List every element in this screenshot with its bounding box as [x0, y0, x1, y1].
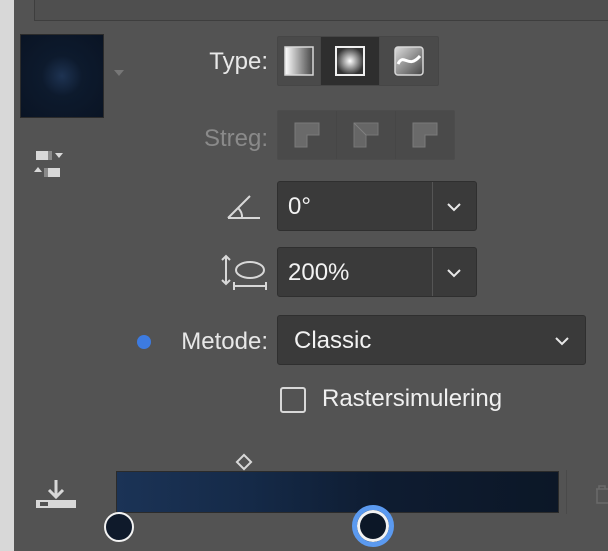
chevron-down-icon[interactable]: [446, 265, 462, 281]
angle-dropdown[interactable]: 0°: [277, 181, 477, 231]
add-to-swatches-icon[interactable]: [34, 478, 78, 510]
angle-icon: [227, 195, 260, 219]
delete-stop-icon[interactable]: [594, 484, 608, 504]
stroke-within-button[interactable]: [278, 111, 337, 159]
raster-label[interactable]: Rastersimulering: [322, 385, 502, 413]
aspect-value[interactable]: 200%: [288, 259, 349, 287]
radial-gradient-button[interactable]: [321, 37, 380, 85]
swatch-menu-arrow-icon[interactable]: [114, 70, 124, 76]
gradient-swatch[interactable]: [20, 34, 104, 118]
method-label: Metode:: [181, 328, 268, 355]
method-dropdown[interactable]: Classic: [277, 315, 586, 365]
type-label: Type:: [209, 48, 268, 75]
gradient-stop-end-selected[interactable]: [352, 505, 394, 547]
chevron-down-icon[interactable]: [554, 333, 570, 349]
method-modified-dot: [137, 335, 151, 349]
slider-end-divider: [566, 470, 575, 514]
linear-gradient-button[interactable]: [278, 37, 321, 85]
chevron-down-icon[interactable]: [446, 199, 462, 215]
stroke-label: Streg:: [203, 125, 268, 152]
method-value[interactable]: Classic: [294, 327, 371, 355]
gradient-type-group: [277, 36, 439, 86]
stroke-across-icon: [412, 122, 438, 148]
angle-value[interactable]: 0°: [288, 193, 311, 221]
aspect-ratio-icon: [221, 254, 267, 290]
radial-gradient-icon: [335, 46, 365, 76]
stroke-within-icon: [294, 122, 320, 148]
linear-gradient-icon: [284, 46, 314, 76]
stroke-across-button[interactable]: [396, 111, 454, 159]
gradient-slider-bar[interactable]: [116, 471, 559, 513]
aspect-dropdown[interactable]: 200%: [277, 247, 477, 297]
stroke-type-group: [277, 110, 455, 160]
top-strip: [14, 0, 608, 23]
reverse-gradient-icon[interactable]: [30, 148, 74, 184]
gradient-stop-start[interactable]: [104, 512, 134, 542]
freeform-gradient-icon: [394, 46, 424, 76]
stroke-along-icon: [353, 122, 379, 148]
raster-checkbox[interactable]: [280, 387, 306, 413]
top-strip-inner: [34, 0, 608, 21]
freeform-gradient-button[interactable]: [380, 37, 438, 85]
stroke-along-button[interactable]: [337, 111, 396, 159]
